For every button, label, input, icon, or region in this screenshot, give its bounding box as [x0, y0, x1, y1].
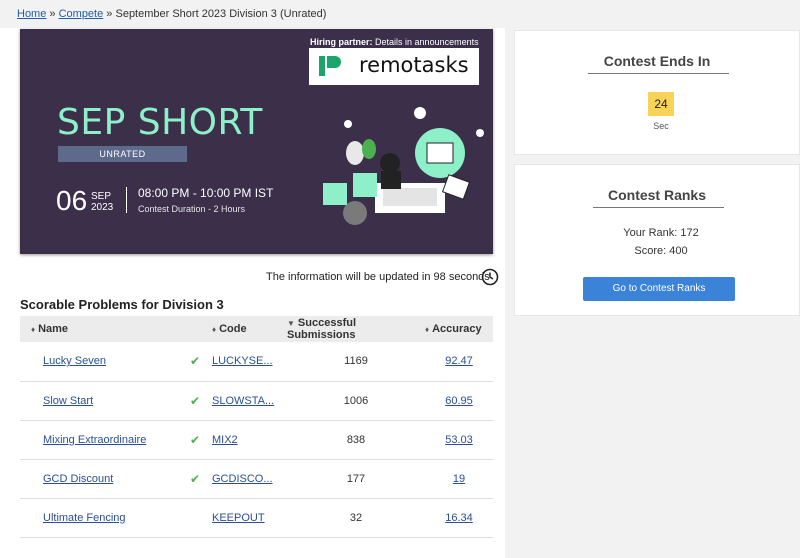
- date-divider: [126, 187, 127, 213]
- accuracy-link[interactable]: 16.34: [445, 512, 473, 524]
- breadcrumb: Home » Compete » September Short 2023 Di…: [17, 8, 326, 20]
- timer-unit: Sec: [653, 121, 669, 131]
- breadcrumb-separator: »: [49, 8, 56, 20]
- your-score: Score: 400: [634, 245, 688, 257]
- problem-code-link[interactable]: KEEPOUT: [212, 512, 265, 524]
- contest-month: SEP: [91, 191, 112, 202]
- contest-banner: Hiring partner: Details in announcements…: [20, 29, 493, 254]
- problem-code-link[interactable]: MIX2: [212, 434, 238, 446]
- problem-name-link[interactable]: Ultimate Fencing: [43, 512, 126, 524]
- sort-icon: ♦: [425, 325, 430, 334]
- submissions-count: 838: [346, 433, 366, 446]
- title-divider: [593, 207, 724, 208]
- problem-name-link[interactable]: Lucky Seven: [43, 355, 106, 367]
- title-divider: [588, 73, 729, 74]
- contest-month-year: SEP 2023: [91, 191, 113, 213]
- remotasks-logo-icon: [319, 56, 341, 76]
- ranks-title: Contest Ranks: [607, 187, 707, 203]
- submissions-count: 32: [349, 511, 363, 524]
- problems-section-title: Scorable Problems for Division 3: [20, 297, 224, 312]
- table-row: GCD Discount ✔ GCDISCO... 177 19: [20, 459, 493, 498]
- sponsor-logo: remotasks: [309, 48, 479, 85]
- column-header-status: [190, 316, 212, 342]
- problems-table: ♦ Name ♦ Code ▼ Successful Submissions ♦ Acc…: [20, 316, 493, 538]
- contest-ranks-card: Contest Ranks Your Rank: 172 Score: 400 …: [514, 164, 800, 316]
- sort-desc-icon: ▼: [287, 319, 295, 328]
- breadcrumb-compete-link[interactable]: Compete: [59, 8, 104, 20]
- problem-name-link[interactable]: GCD Discount: [43, 473, 113, 485]
- hiring-partner-text: Hiring partner: Details in announcements: [310, 37, 479, 47]
- accuracy-link[interactable]: 53.03: [445, 434, 473, 446]
- problem-name-link[interactable]: Mixing Extraordinaire: [43, 434, 146, 446]
- breadcrumb-home-link[interactable]: Home: [17, 8, 46, 20]
- update-notice: The information will be updated in 98 se…: [266, 271, 490, 283]
- contest-title: SEP SHORT: [57, 102, 263, 143]
- clock-icon: [481, 268, 499, 286]
- problem-name-link[interactable]: Slow Start: [43, 395, 93, 407]
- go-to-contest-ranks-button[interactable]: Go to Contest Ranks: [583, 277, 735, 301]
- coder-illustration-icon: [323, 107, 484, 225]
- table-row: Mixing Extraordinaire ✔ MIX2 838 53.03: [20, 420, 493, 459]
- check-icon: ✔: [190, 432, 201, 447]
- contest-duration: Contest Duration - 2 Hours: [138, 204, 246, 214]
- submissions-count: 177: [346, 472, 366, 485]
- problem-code-link[interactable]: SLOWSTA...: [212, 395, 274, 407]
- breadcrumb-separator: »: [106, 8, 113, 20]
- column-header-submissions[interactable]: ▼ Successful Submissions: [287, 316, 425, 342]
- contest-time: 08:00 PM - 10:00 PM IST: [138, 186, 274, 200]
- breadcrumb-current: September Short 2023 Division 3 (Unrated…: [115, 8, 327, 20]
- column-header-name[interactable]: ♦ Name: [20, 316, 190, 342]
- hiring-detail: Details in announcements: [375, 37, 479, 47]
- contest-timer-card: Contest Ends In 24 Sec: [514, 30, 800, 155]
- column-header-code[interactable]: ♦ Code: [212, 316, 287, 342]
- sort-icon: ♦: [212, 325, 217, 334]
- problem-code-link[interactable]: LUCKYSE...: [212, 355, 273, 367]
- column-header-accuracy[interactable]: ♦ Accuracy: [425, 316, 493, 342]
- problem-code-link[interactable]: GCDISCO...: [212, 473, 273, 485]
- contest-day: 06: [56, 185, 88, 216]
- submissions-count: 1169: [344, 355, 368, 368]
- your-rank: Your Rank: 172: [623, 227, 699, 239]
- unrated-badge: UNRATED: [58, 146, 187, 162]
- accuracy-link[interactable]: 60.95: [445, 395, 473, 407]
- table-row: Slow Start ✔ SLOWSTA... 1006 60.95: [20, 381, 493, 420]
- contest-year: 2023: [91, 202, 114, 213]
- check-icon: ✔: [190, 393, 201, 408]
- accuracy-link[interactable]: 19: [453, 473, 465, 485]
- accuracy-link[interactable]: 92.47: [445, 355, 473, 367]
- table-row: Ultimate Fencing KEEPOUT 32 16.34: [20, 498, 493, 537]
- submissions-count: 1006: [343, 394, 369, 407]
- table-header-row: ♦ Name ♦ Code ▼ Successful Submissions ♦ Acc…: [20, 316, 493, 342]
- timer-title: Contest Ends In: [603, 53, 711, 69]
- timer-seconds: 24: [648, 92, 674, 116]
- hiring-label: Hiring partner:: [310, 37, 373, 47]
- check-icon: ✔: [190, 354, 201, 369]
- check-icon: ✔: [190, 471, 201, 486]
- sort-icon: ♦: [31, 325, 36, 334]
- table-row: Lucky Seven ✔ LUCKYSE... 1169 92.47: [20, 342, 493, 381]
- sponsor-name: remotasks: [359, 53, 469, 77]
